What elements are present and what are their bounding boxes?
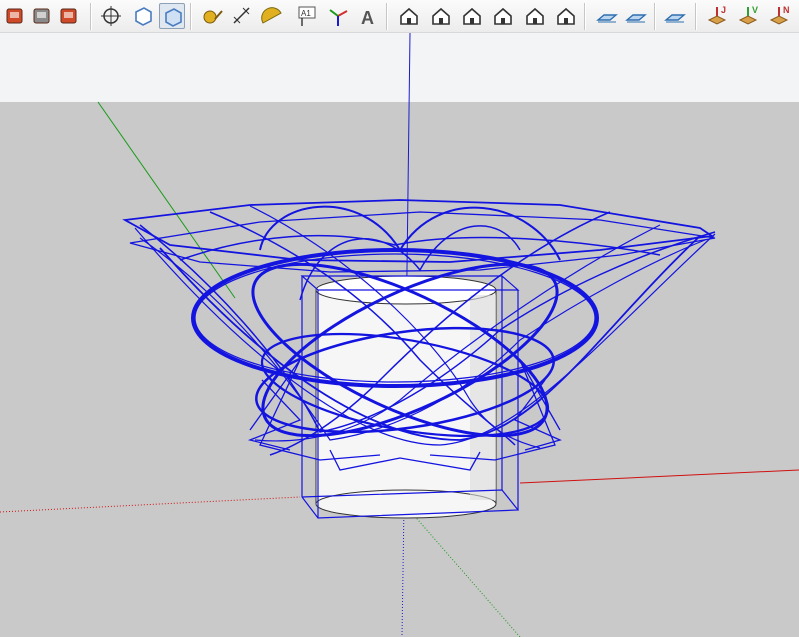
model-viewport[interactable] (0, 0, 799, 637)
green-axis (97, 101, 236, 299)
blue-axis-dotted (401, 504, 405, 637)
cylinder[interactable] (315, 275, 497, 519)
red-axis-dotted (0, 496, 301, 513)
red-axis (519, 469, 799, 484)
green-axis-dotted (404, 504, 521, 637)
